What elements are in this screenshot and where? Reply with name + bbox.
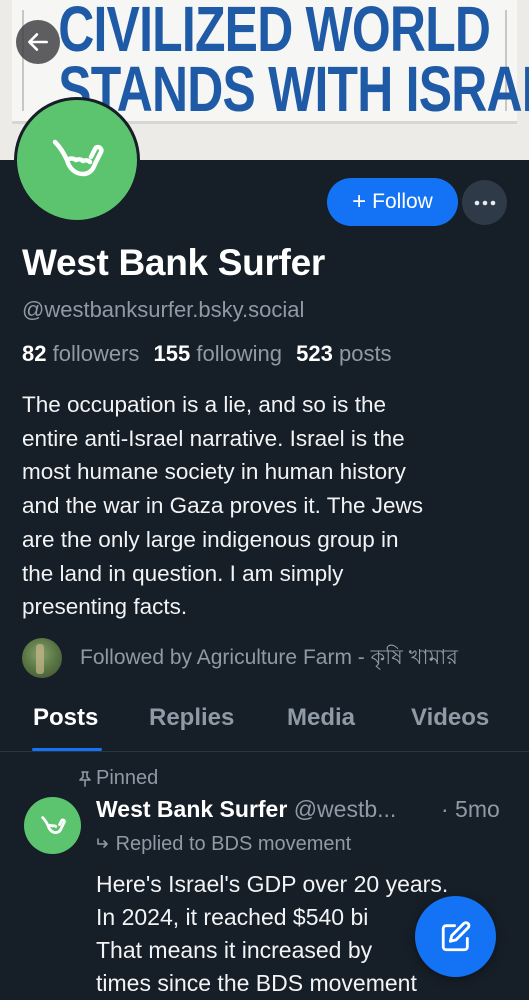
replied-to-text: Replied to BDS movement — [115, 833, 352, 855]
tab-posts[interactable]: Posts — [33, 704, 98, 732]
compose-button[interactable] — [415, 896, 496, 977]
posts-label: posts — [338, 341, 392, 366]
post-author-handle: @westb... — [293, 796, 397, 822]
posts-count: 523 — [296, 341, 333, 366]
post-author-avatar[interactable] — [24, 797, 81, 854]
active-tab-indicator — [32, 748, 102, 751]
tab-media[interactable]: Media — [287, 704, 355, 732]
profile-tabs: Posts Replies Media Videos — [0, 690, 529, 752]
shaka-hand-icon — [40, 815, 66, 834]
bio-line: entire anti-Israel narrative. Israel is … — [22, 425, 405, 451]
pin-icon — [79, 770, 91, 787]
bio-line: presenting facts. — [22, 594, 188, 620]
follow-button[interactable]: + Follow — [327, 178, 458, 226]
post-header[interactable]: West Bank Surfer @westb... — [96, 796, 396, 823]
arrow-left-icon — [28, 33, 48, 51]
profile-bio: The occupation is a lie, and so is the e… — [22, 388, 512, 624]
display-name: West Bank Surfer — [22, 242, 325, 283]
following-link[interactable]: 155 following — [154, 341, 282, 366]
following-label: following — [196, 341, 282, 366]
profile-handle: @westbanksurfer.bsky.social — [22, 297, 305, 322]
replied-to-label[interactable]: Replied to BDS movement — [96, 833, 351, 856]
back-button[interactable] — [16, 20, 60, 64]
followed-by-text: Followed by Agriculture Farm - কৃষি খামা… — [80, 645, 458, 669]
bio-line: The occupation is a lie, and so is the — [22, 392, 386, 417]
more-options-button[interactable] — [462, 180, 507, 225]
bio-line: most humane society in human history — [22, 459, 406, 485]
followed-by-row[interactable]: Followed by Agriculture Farm - কৃষি খামা… — [22, 638, 458, 678]
bio-line: the land in question. I am simply — [22, 560, 344, 586]
profile-stats: 82 followers 155 following 523 posts — [22, 341, 392, 367]
followers-count: 82 — [22, 341, 47, 366]
tab-replies[interactable]: Replies — [149, 704, 234, 732]
follow-label: Follow — [372, 190, 433, 213]
ellipsis-icon — [474, 200, 495, 205]
pinned-label: Pinned — [78, 767, 158, 790]
post-author-name: West Bank Surfer — [96, 796, 288, 822]
compose-icon — [441, 920, 470, 951]
plus-icon: + — [352, 188, 367, 215]
profile-avatar[interactable] — [14, 97, 140, 223]
post-timestamp[interactable]: · 5mo — [441, 796, 500, 823]
followers-label: followers — [52, 341, 140, 366]
reply-arrow-icon — [97, 838, 108, 848]
pinned-text: Pinned — [96, 767, 159, 789]
shaka-hand-icon — [52, 139, 104, 177]
bio-line: are the only large indigenous group in — [22, 526, 399, 552]
followers-link[interactable]: 82 followers — [22, 341, 139, 366]
posts-count-group: 523 posts — [296, 341, 391, 366]
following-count: 155 — [153, 341, 191, 366]
bio-line: and the war in Gaza proves it. The Jews — [22, 493, 424, 519]
follower-avatar — [22, 638, 62, 678]
tab-videos[interactable]: Videos — [411, 704, 489, 732]
